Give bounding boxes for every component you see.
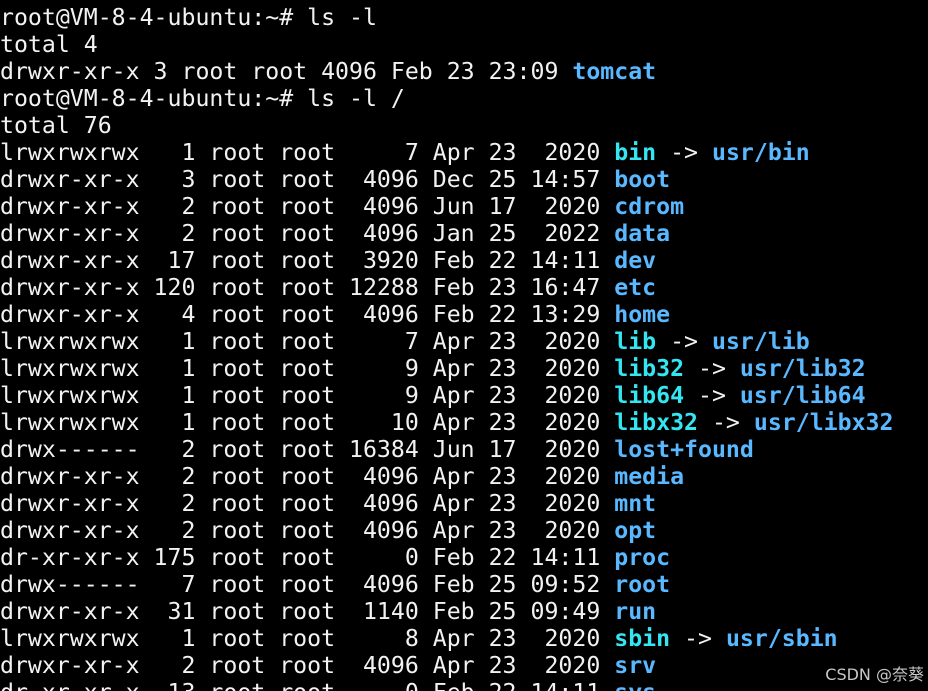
entry-name: bin [614, 139, 657, 166]
listing-row: drwxr-xr-x 31 root root 1140 Feb 25 09:4… [0, 598, 928, 625]
entry-name: proc [614, 544, 671, 571]
listing-row: lrwxrwxrwx 1 root root 9 Apr 23 2020 lib… [0, 355, 928, 382]
listing-row: drwxr-xr-x 2 root root 4096 Apr 23 2020 … [0, 463, 928, 490]
listing-row: drwxr-xr-x 2 root root 4096 Jan 25 2022 … [0, 220, 928, 247]
entry-name: mnt [614, 490, 657, 517]
entry-details: dr-xr-xr-x 13 root root 0 Feb 22 14:11 [0, 679, 614, 691]
entry-details: lrwxrwxrwx 1 root root 8 Apr 23 2020 [0, 625, 615, 652]
entry-details: lrwxrwxrwx 1 root root 9 Apr 23 2020 [0, 355, 615, 382]
entry-name: lib64 [614, 382, 685, 409]
listing-row: lrwxrwxrwx 1 root root 7 Apr 23 2020 lib… [0, 328, 928, 355]
listing-row: drwxr-xr-x 120 root root 12288 Feb 23 16… [0, 274, 928, 301]
entry-details: drwx------ 2 root root 16384 Jun 17 2020 [0, 436, 615, 463]
listing-row: lrwxrwxrwx 1 root root 8 Apr 23 2020 sbi… [0, 625, 928, 652]
listing-row: lrwxrwxrwx 1 root root 9 Apr 23 2020 lib… [0, 382, 928, 409]
listing-row: drwxr-xr-x 3 root root 4096 Dec 25 14:57… [0, 166, 928, 193]
entry-name: libx32 [614, 409, 699, 436]
total-line: total 76 [0, 112, 928, 139]
listing-row: drwxr-xr-x 2 root root 4096 Apr 23 2020 … [0, 652, 928, 679]
entry-details: drwxr-xr-x 31 root root 1140 Feb 25 09:4… [0, 598, 615, 625]
symlink-arrow: -> [698, 409, 754, 436]
entry-details: dr-xr-xr-x 175 root root 0 Feb 22 14:11 [0, 544, 615, 571]
listing-row: lrwxrwxrwx 1 root root 7 Apr 23 2020 bin… [0, 139, 928, 166]
entry-name: sys [614, 679, 656, 691]
entry-details: lrwxrwxrwx 1 root root 7 Apr 23 2020 [0, 139, 615, 166]
listing-row: drwx------ 7 root root 4096 Feb 25 09:52… [0, 571, 928, 598]
terminal-output[interactable]: root@VM-8-4-ubuntu:~# ls -l total 4 drwx… [0, 4, 928, 691]
listing-row: dr-xr-xr-x 175 root root 0 Feb 22 14:11 … [0, 544, 928, 571]
line-text: total 76 [0, 112, 112, 139]
entry-name: lib32 [614, 355, 685, 382]
entry-details: drwxr-xr-x 4 root root 4096 Feb 22 13:29 [0, 301, 615, 328]
entry-name: boot [614, 166, 671, 193]
entry-name: root [614, 571, 671, 598]
prompt-line: root@VM-8-4-ubuntu:~# ls -l [0, 4, 928, 31]
symlink-target: usr/lib64 [739, 382, 866, 409]
listing-row: drwxr-xr-x 2 root root 4096 Jun 17 2020 … [0, 193, 928, 220]
line-text: root@VM-8-4-ubuntu:~# ls -l [0, 4, 377, 31]
entry-details: lrwxrwxrwx 1 root root 9 Apr 23 2020 [0, 382, 615, 409]
symlink-arrow: -> [684, 382, 740, 409]
entry-name: etc [614, 274, 657, 301]
symlink-arrow: -> [670, 625, 726, 652]
listing-row: drwxr-xr-x 3 root root 4096 Feb 23 23:09… [0, 58, 928, 85]
entry-name: sbin [614, 625, 671, 652]
listing-row: lrwxrwxrwx 1 root root 10 Apr 23 2020 li… [0, 409, 928, 436]
entry-details: drwx------ 7 root root 4096 Feb 25 09:52 [0, 571, 615, 598]
entry-name: tomcat [572, 58, 657, 85]
listing-row: drwxr-xr-x 2 root root 4096 Apr 23 2020 … [0, 517, 928, 544]
symlink-target: usr/libx32 [753, 409, 894, 436]
listing-row: drwxr-xr-x 4 root root 4096 Feb 22 13:29… [0, 301, 928, 328]
symlink-target: usr/lib32 [739, 355, 866, 382]
listing-row: drwxr-xr-x 2 root root 4096 Apr 23 2020 … [0, 490, 928, 517]
listing-row: dr-xr-xr-x 13 root root 0 Feb 22 14:11 s… [0, 679, 928, 691]
entry-name: media [614, 463, 685, 490]
entry-details: drwxr-xr-x 120 root root 12288 Feb 23 16… [0, 274, 615, 301]
entry-name: lib [614, 328, 657, 355]
symlink-arrow: -> [656, 328, 712, 355]
entry-name: lost+found [614, 436, 754, 463]
entry-details: drwxr-xr-x 2 root root 4096 Apr 23 2020 [0, 652, 615, 679]
entry-details: drwxr-xr-x 2 root root 4096 Apr 23 2020 [0, 517, 615, 544]
symlink-arrow: -> [656, 139, 712, 166]
entry-name: cdrom [614, 193, 685, 220]
entry-name: run [614, 598, 657, 625]
entry-name: srv [614, 652, 657, 679]
total-line: total 4 [0, 31, 928, 58]
entry-name: data [614, 220, 671, 247]
symlink-target: usr/bin [711, 139, 810, 166]
entry-name: opt [614, 517, 657, 544]
line-text: total 4 [0, 31, 98, 58]
entry-details: lrwxrwxrwx 1 root root 10 Apr 23 2020 [0, 409, 615, 436]
prompt-line: root@VM-8-4-ubuntu:~# ls -l / [0, 85, 928, 112]
entry-details: drwxr-xr-x 17 root root 3920 Feb 22 14:1… [0, 247, 615, 274]
entry-name: dev [614, 247, 657, 274]
listing-row: drwxr-xr-x 17 root root 3920 Feb 22 14:1… [0, 247, 928, 274]
entry-details: drwxr-xr-x 3 root root 4096 Dec 25 14:57 [0, 166, 615, 193]
symlink-arrow: -> [684, 355, 740, 382]
symlink-target: usr/sbin [725, 625, 838, 652]
entry-name: home [614, 301, 671, 328]
entry-details: drwxr-xr-x 2 root root 4096 Jun 17 2020 [0, 193, 615, 220]
entry-details: drwxr-xr-x 3 root root 4096 Feb 23 23:09 [0, 58, 573, 85]
entry-details: drwxr-xr-x 2 root root 4096 Jan 25 2022 [0, 220, 615, 247]
entry-details: drwxr-xr-x 2 root root 4096 Apr 23 2020 [0, 463, 615, 490]
entry-details: lrwxrwxrwx 1 root root 7 Apr 23 2020 [0, 328, 615, 355]
csdn-watermark: CSDN @奈葵 [825, 665, 924, 684]
line-text: root@VM-8-4-ubuntu:~# ls -l / [0, 85, 405, 112]
entry-details: drwxr-xr-x 2 root root 4096 Apr 23 2020 [0, 490, 615, 517]
listing-row: drwx------ 2 root root 16384 Jun 17 2020… [0, 436, 928, 463]
symlink-target: usr/lib [711, 328, 810, 355]
